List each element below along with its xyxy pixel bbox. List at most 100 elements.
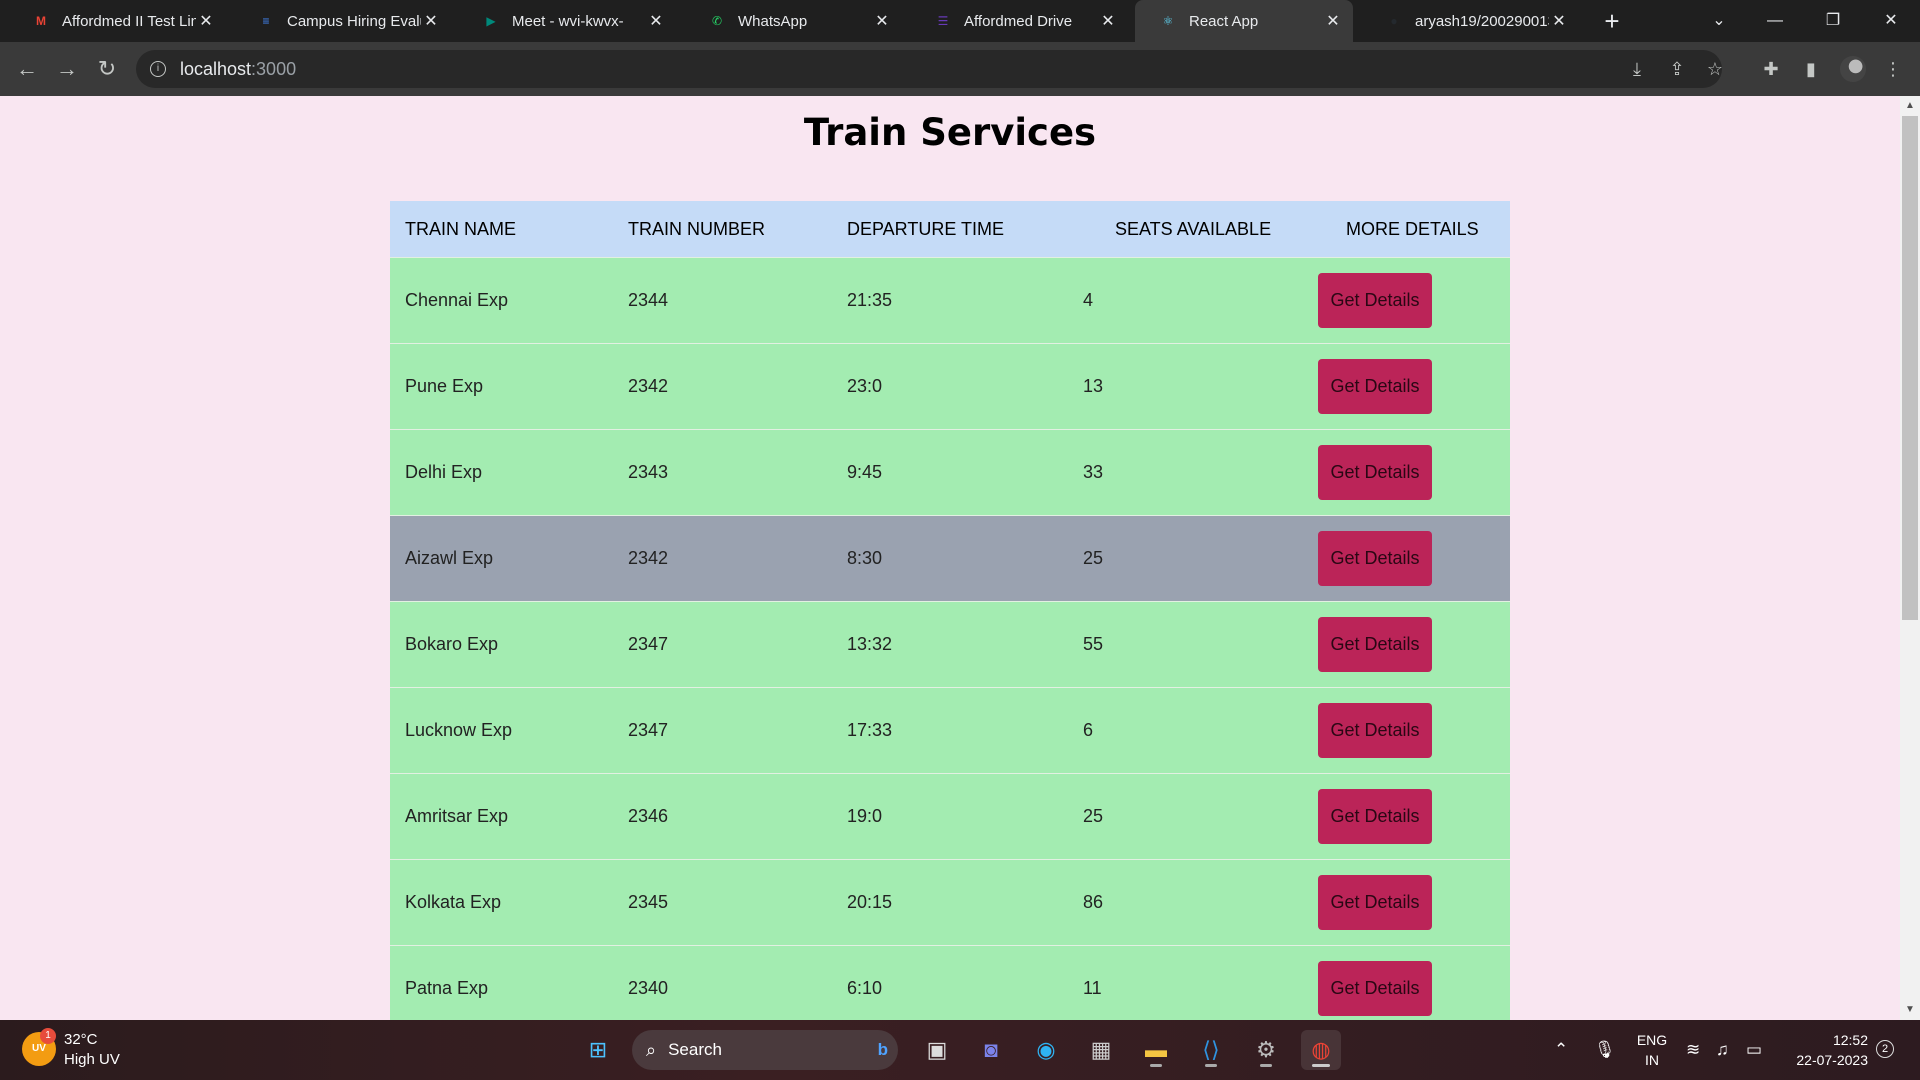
tab-title: React App	[1189, 12, 1259, 30]
departure-time-cell: 8:30	[847, 548, 883, 568]
tab-close-icon[interactable]: ✕	[421, 11, 441, 31]
scroll-up-arrow-icon[interactable]: ▲	[1904, 100, 1916, 111]
install-app-icon[interactable]: ⤓	[1624, 56, 1650, 82]
file-explorer-icon[interactable]: ▬	[1136, 1030, 1176, 1070]
forward-arrow-icon[interactable]: →	[52, 54, 82, 84]
language-indicator[interactable]: ENG IN	[1634, 1030, 1670, 1070]
edge-icon[interactable]: ◉	[1026, 1030, 1066, 1070]
browser-tab[interactable]: ▶ Meet - wvi-kwvx- ✕	[458, 0, 676, 42]
tab-close-icon[interactable]: ✕	[872, 11, 892, 31]
tab-close-icon[interactable]: ✕	[1323, 11, 1343, 31]
notification-count[interactable]: 2	[1876, 1040, 1894, 1058]
restore-button[interactable]: ❐	[1810, 6, 1856, 36]
windows-taskbar: UV 1 32°C High UV ⊞ ⌕ Search b ▣ ◙ ◉ ▦ ▬…	[0, 1020, 1920, 1080]
get-details-button[interactable]: Get Details	[1318, 617, 1432, 672]
battery-icon[interactable]: ▭	[1746, 1040, 1762, 1060]
gmail-icon: M	[36, 14, 46, 28]
seats-available-cell: 55	[1083, 634, 1104, 654]
seats-available-cell: 86	[1083, 892, 1104, 912]
table-row: Aizawl Exp 2342 8:30 25 Get Details	[390, 515, 1510, 601]
header-seats-available: SEATS AVAILABLE	[1115, 218, 1272, 239]
weather-icon-label: UV	[32, 1043, 46, 1054]
profile-avatar[interactable]	[1840, 56, 1866, 82]
departure-time-cell: 13:32	[847, 634, 893, 654]
wifi-icon[interactable]: ≋	[1686, 1040, 1700, 1060]
table-row: Lucknow Exp 2347 17:33 6 Get Details	[390, 687, 1510, 773]
browser-tab[interactable]: ⚛ React App ✕	[1135, 0, 1353, 42]
departure-time-cell: 17:33	[847, 720, 893, 740]
get-details-button[interactable]: Get Details	[1318, 531, 1432, 586]
new-tab-button[interactable]: +	[1598, 6, 1626, 36]
departure-time-cell: 6:10	[847, 978, 883, 998]
weather-badge: 1	[40, 1028, 56, 1044]
windows-start-icon[interactable]: ⊞	[578, 1030, 618, 1070]
extensions-puzzle-icon[interactable]: ✚	[1758, 56, 1784, 82]
tab-close-icon[interactable]: ✕	[196, 11, 216, 31]
url-port: :3000	[251, 58, 297, 79]
train-number-cell: 2347	[628, 634, 669, 654]
tab-close-icon[interactable]: ✕	[1549, 11, 1569, 31]
microsoft-store-icon[interactable]: ▦	[1081, 1030, 1121, 1070]
tab-title: aryash19/2002900130	[1415, 12, 1549, 30]
scrollbar-thumb[interactable]	[1902, 116, 1918, 620]
tab-title: Meet - wvi-kwvx-	[512, 12, 624, 30]
browser-tab[interactable]: ☰ Affordmed Drive ✕	[910, 0, 1128, 42]
google-meet-icon: ▶	[486, 14, 496, 28]
share-icon[interactable]: ⇪	[1664, 56, 1690, 82]
chrome-icon[interactable]: ◍	[1301, 1030, 1341, 1070]
table-header: TRAIN NAME TRAIN NUMBER DEPARTURE TIME S…	[390, 201, 1510, 257]
scroll-down-arrow-icon[interactable]: ▼	[1904, 1004, 1916, 1015]
site-info-icon[interactable]: i	[150, 61, 166, 77]
minimize-button[interactable]: —	[1752, 6, 1798, 36]
train-name-cell: Amritsar Exp	[405, 806, 509, 826]
table-row: Patna Exp 2340 6:10 11 Get Details	[390, 945, 1510, 1031]
train-number-cell: 2347	[628, 720, 669, 740]
tab-close-icon[interactable]: ✕	[646, 11, 666, 31]
vscode-icon[interactable]: ⟨⟩	[1191, 1030, 1231, 1070]
weather-temp: 32°C	[64, 1031, 98, 1048]
chrome-menu-icon[interactable]: ⋮	[1880, 56, 1906, 82]
table-row: Amritsar Exp 2346 19:0 25 Get Details	[390, 773, 1510, 859]
get-details-button[interactable]: Get Details	[1318, 961, 1432, 1016]
microphone-icon[interactable]: 🎙︎	[1594, 1040, 1616, 1060]
browser-tab[interactable]: ● aryash19/2002900130✕	[1361, 0, 1579, 42]
get-details-button[interactable]: Get Details	[1318, 273, 1432, 328]
table-row: Pune Exp 2342 23:0 13 Get Details	[390, 343, 1510, 429]
back-arrow-icon[interactable]: ←	[12, 54, 42, 84]
side-panel-icon[interactable]: ▮	[1798, 56, 1824, 82]
get-details-button[interactable]: Get Details	[1318, 445, 1432, 500]
weather-widget[interactable]: 32°C High UV	[64, 1030, 120, 1070]
get-details-button[interactable]: Get Details	[1318, 789, 1432, 844]
browser-tab[interactable]: ≡ Campus Hiring Evalua✕	[233, 0, 451, 42]
get-details-button[interactable]: Get Details	[1318, 875, 1432, 930]
taskbar-search[interactable]: ⌕ Search b	[632, 1030, 898, 1070]
teams-chat-icon[interactable]: ◙	[971, 1030, 1011, 1070]
header-train-number: TRAIN NUMBER	[628, 218, 766, 239]
tab-title: WhatsApp	[738, 12, 808, 30]
seats-available-cell: 13	[1083, 376, 1104, 396]
browser-tab[interactable]: ✆ WhatsApp ✕	[684, 0, 902, 42]
address-bar[interactable]: i localhost:3000 ⤓ ⇪ ☆	[136, 50, 1723, 88]
volume-icon[interactable]: ♫	[1716, 1040, 1729, 1060]
table-row: Bokaro Exp 2347 13:32 55 Get Details	[390, 601, 1510, 687]
tab-close-icon[interactable]: ✕	[1098, 11, 1118, 31]
close-window-button[interactable]: ✕	[1868, 6, 1914, 36]
settings-gear-icon[interactable]: ⚙	[1246, 1030, 1286, 1070]
whatsapp-icon: ✆	[711, 14, 723, 28]
get-details-button[interactable]: Get Details	[1318, 359, 1432, 414]
get-details-button[interactable]: Get Details	[1318, 703, 1432, 758]
show-hidden-icons-chevron-icon[interactable]: ⌃	[1554, 1040, 1568, 1060]
clock[interactable]: 12:52 22-07-2023	[1772, 1030, 1868, 1070]
clock-time: 12:52	[1832, 1032, 1868, 1048]
tab-search-chevron-icon[interactable]: ⌄	[1696, 6, 1742, 36]
bookmark-star-icon[interactable]: ☆	[1702, 56, 1728, 82]
train-name-cell: Lucknow Exp	[405, 720, 513, 740]
train-name-cell: Pune Exp	[405, 376, 484, 396]
tab-title: Affordmed Drive	[964, 12, 1073, 30]
browser-tab[interactable]: M Affordmed II Test Link ✕	[8, 0, 226, 42]
task-view-icon[interactable]: ▣	[917, 1030, 957, 1070]
reload-icon[interactable]: ↻	[92, 54, 122, 84]
train-name-cell: Chennai Exp	[405, 290, 509, 310]
table-row: Chennai Exp 2344 21:35 4 Get Details	[390, 257, 1510, 343]
weather-desc: High UV	[64, 1051, 120, 1068]
